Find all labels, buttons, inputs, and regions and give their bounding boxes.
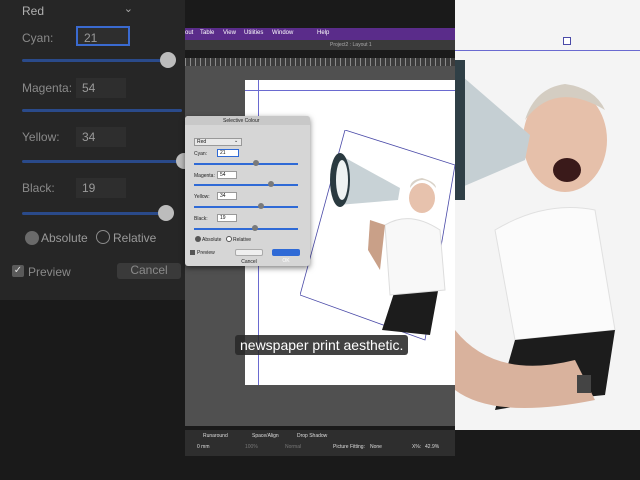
picture-fitting-label: Picture Fitting:: [333, 444, 365, 450]
dialog-title: Selective Colour: [223, 118, 260, 124]
preview-checkbox[interactable]: ✓: [12, 265, 24, 277]
x-scale-label: X%:: [412, 444, 422, 450]
dialog-titlebar: Selective Colour: [185, 116, 310, 125]
menu-item-help[interactable]: Help: [317, 30, 329, 36]
relative-label: Relative: [233, 237, 252, 243]
yellow-slider[interactable]: [194, 206, 298, 208]
menu-item-window[interactable]: Window: [272, 30, 293, 36]
black-slider[interactable]: [22, 212, 170, 215]
frame-handle[interactable]: [563, 37, 571, 45]
chevron-down-icon: ⌄: [234, 138, 239, 144]
tab-space-align[interactable]: Space/Align: [252, 433, 279, 439]
chevron-down-icon: ⌄: [123, 3, 133, 15]
black-label: Black:: [194, 216, 208, 222]
x-scale-field[interactable]: 42.9%: [425, 444, 439, 450]
selective-colour-dialog: Selective Colour Red ⌄ Cyan: 21 Magenta:…: [185, 116, 310, 266]
yellow-label: Yellow:: [194, 194, 210, 200]
measurements-palette: Runaround Space/Align Drop Shadow 0 mm 1…: [185, 430, 455, 456]
absolute-radio[interactable]: [25, 231, 39, 245]
woman-megaphone-zoom: [455, 0, 640, 430]
yellow-slider[interactable]: [22, 160, 182, 163]
menu-item-view[interactable]: View: [223, 30, 236, 36]
relative-radio[interactable]: [226, 236, 232, 242]
document-title-bar: Project2 : Layout 1: [185, 40, 455, 50]
blend-mode-select[interactable]: Normal: [285, 444, 301, 450]
margin-guide: [455, 50, 640, 51]
black-slider-knob[interactable]: [252, 225, 258, 231]
yellow-label: Yellow:: [22, 130, 60, 144]
opacity-field[interactable]: 100%: [245, 444, 258, 450]
magenta-slider[interactable]: [22, 109, 182, 112]
absolute-radio[interactable]: [195, 236, 201, 242]
black-label: Black:: [22, 181, 55, 195]
margin-guide: [245, 90, 455, 91]
absolute-label: Absolute: [202, 237, 222, 243]
preview-label: Preview: [197, 250, 215, 256]
colour-dropdown[interactable]: Red ⌄: [22, 2, 137, 18]
zoomed-dialog-panel: Red ⌄ Cyan: 21 Magenta: 54 Yellow: 34 Bl…: [0, 0, 192, 300]
magenta-slider[interactable]: [194, 184, 298, 186]
zoomed-photo: [455, 0, 640, 430]
offset-field[interactable]: 0 mm: [197, 444, 210, 450]
horizontal-ruler: [185, 58, 455, 66]
dropdown-value: Red: [197, 139, 207, 145]
yellow-slider-knob[interactable]: [258, 203, 264, 209]
black-slider[interactable]: [194, 228, 298, 230]
cyan-slider[interactable]: [194, 163, 298, 165]
magenta-label: Magenta:: [194, 173, 215, 179]
video-caption: newspaper print aesthetic.: [235, 335, 409, 355]
relative-radio[interactable]: [96, 230, 110, 244]
tab-drop-shadow[interactable]: Drop Shadow: [297, 433, 327, 439]
yellow-field[interactable]: 34: [76, 127, 126, 147]
cancel-button[interactable]: Cancel: [235, 249, 263, 265]
menu-bar: out Table View Utilities Window Help: [185, 28, 455, 40]
cyan-label: Cyan:: [194, 151, 208, 157]
ok-label: OK: [282, 258, 290, 264]
relative-label: Relative: [113, 231, 157, 245]
cancel-label: Cancel: [241, 259, 257, 265]
magenta-slider-knob[interactable]: [268, 181, 274, 187]
picture-fitting-select[interactable]: None: [370, 444, 382, 450]
menu-item-utilities[interactable]: Utilities: [244, 30, 263, 36]
cyan-label: Cyan:: [22, 31, 54, 45]
yellow-field[interactable]: 34: [217, 192, 237, 200]
ok-button[interactable]: OK: [272, 249, 300, 264]
cyan-slider-knob[interactable]: [160, 52, 176, 68]
absolute-label: Absolute: [41, 231, 88, 245]
cyan-slider[interactable]: [22, 59, 170, 62]
tab-runaround[interactable]: Runaround: [203, 433, 228, 439]
dropdown-value: Red: [22, 4, 45, 18]
cyan-field[interactable]: 21: [76, 26, 130, 46]
magenta-label: Magenta:: [22, 81, 73, 95]
black-field[interactable]: 19: [217, 214, 237, 222]
menu-item-table[interactable]: Table: [200, 30, 214, 36]
document-title: Project2 : Layout 1: [330, 42, 372, 48]
black-slider-knob[interactable]: [158, 205, 174, 221]
cyan-slider-knob[interactable]: [253, 160, 259, 166]
cancel-button[interactable]: Cancel: [117, 263, 181, 279]
cyan-field[interactable]: 21: [217, 149, 239, 157]
magenta-field[interactable]: 54: [76, 78, 126, 98]
preview-checkbox[interactable]: [190, 250, 195, 255]
black-field[interactable]: 19: [76, 178, 126, 198]
menu-item-layout[interactable]: out: [185, 30, 193, 36]
magenta-field[interactable]: 54: [217, 171, 237, 179]
preview-label: Preview: [28, 265, 71, 279]
